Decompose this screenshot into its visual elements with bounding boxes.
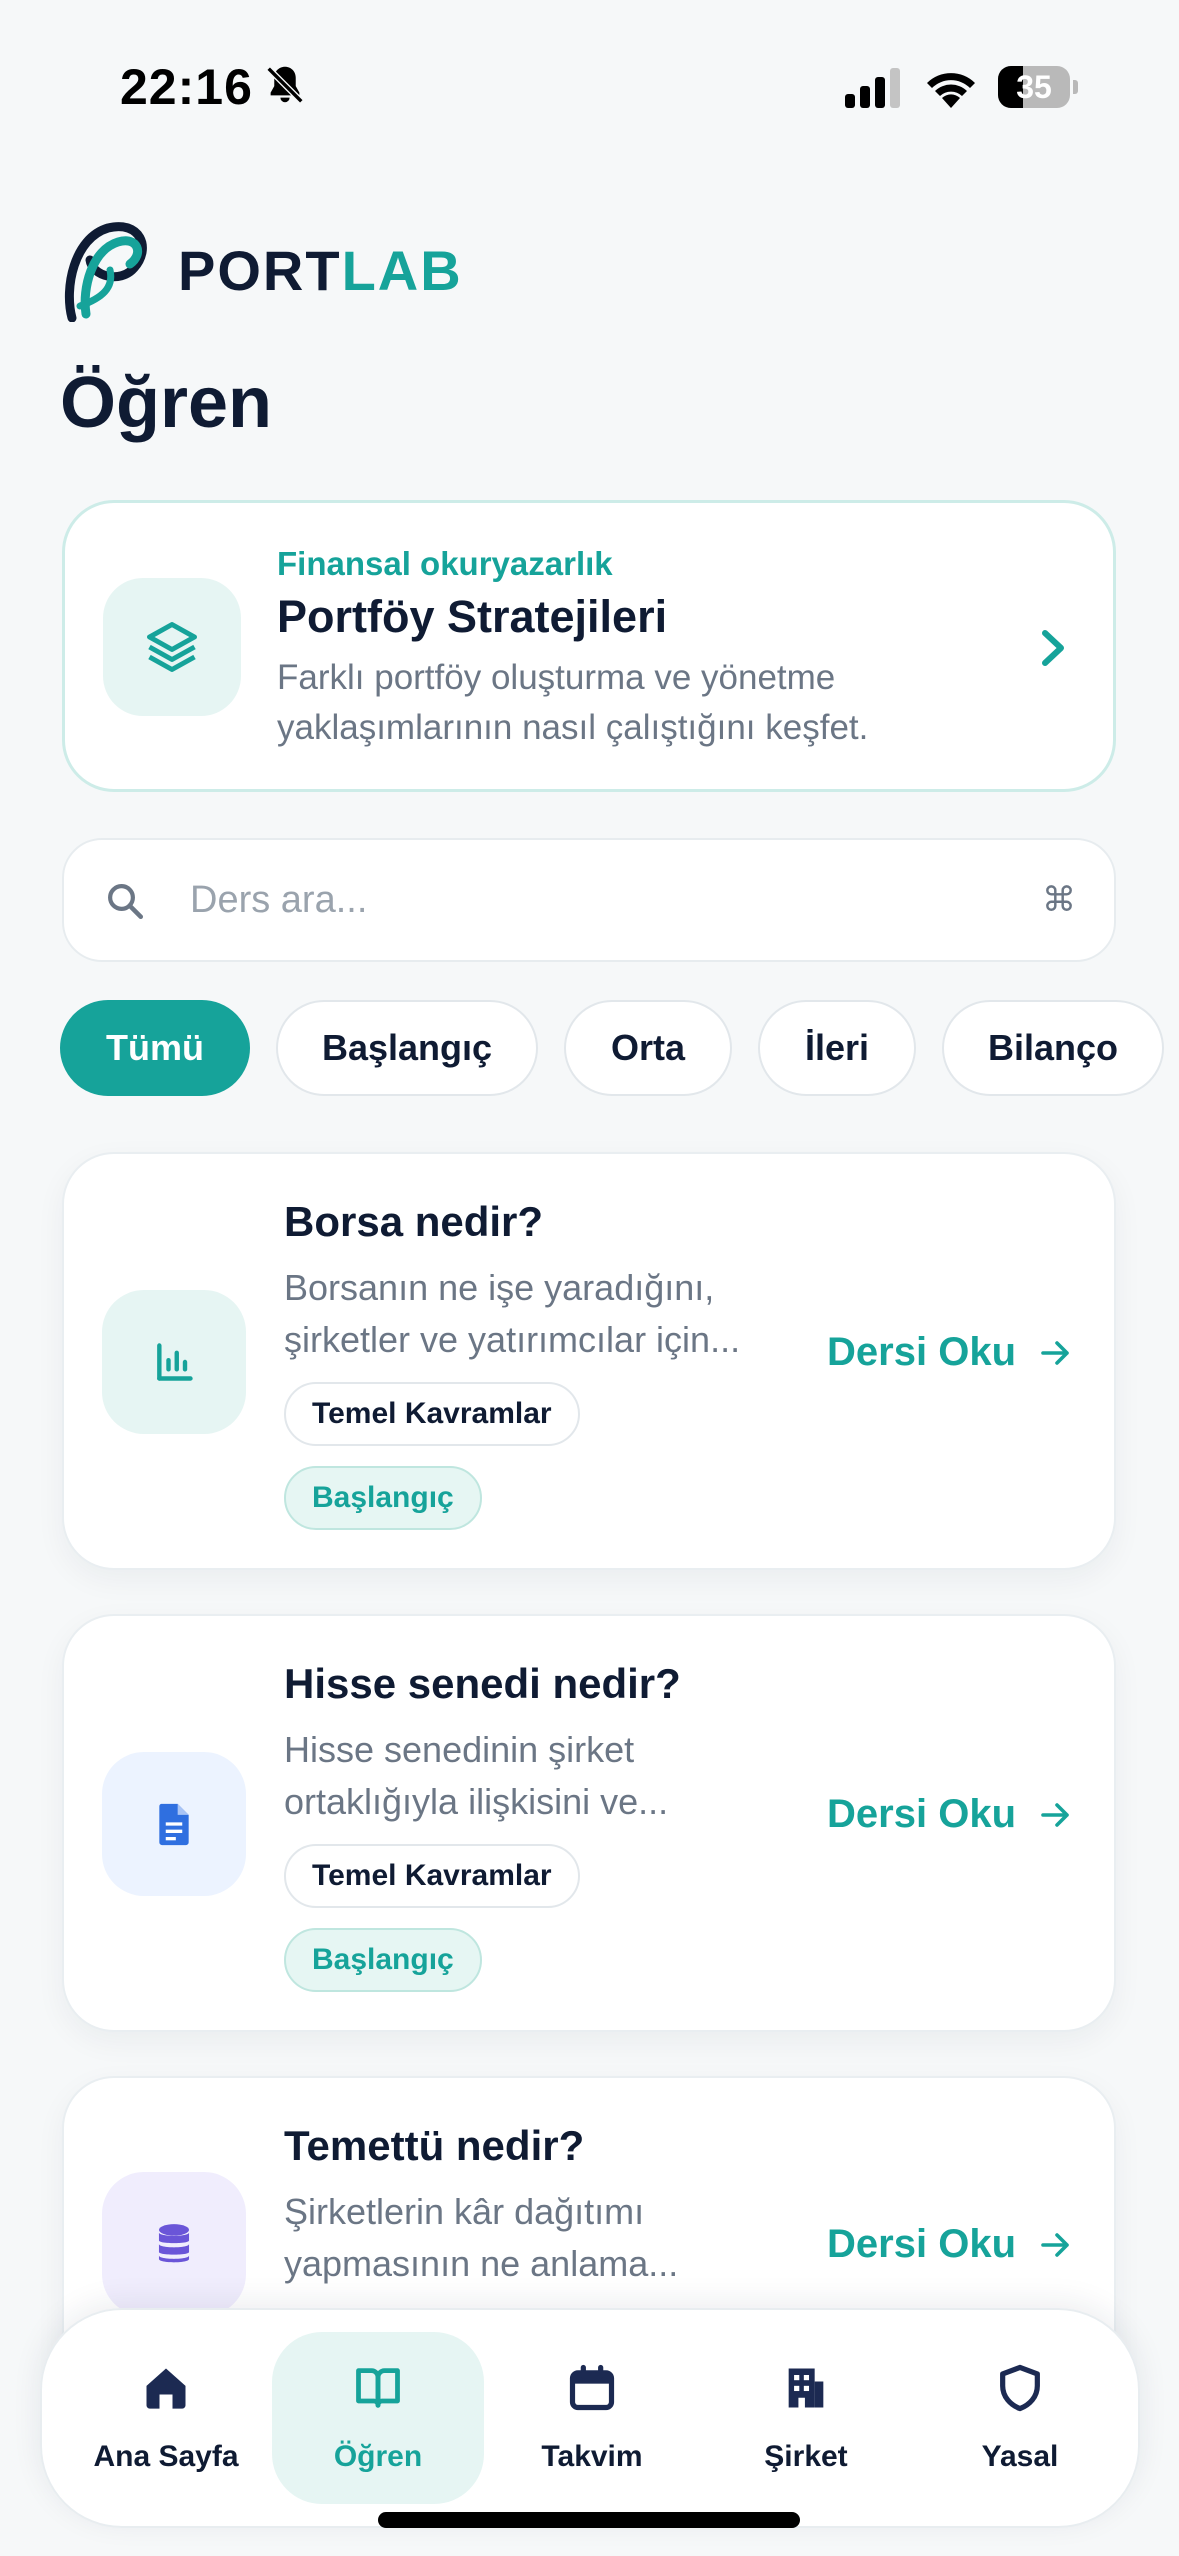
battery-indicator: 35 bbox=[998, 66, 1078, 108]
lesson-icon-box bbox=[102, 1752, 246, 1896]
battery-level: 35 bbox=[1016, 69, 1052, 105]
topic-tag: Temel Kavramlar bbox=[284, 1844, 580, 1908]
page-title: Öğren bbox=[60, 363, 273, 443]
nav-company[interactable]: Şirket bbox=[700, 2332, 912, 2504]
battery-tip bbox=[1073, 80, 1078, 94]
lesson-description: Hisse senedinin şirket ortaklığıyla iliş… bbox=[284, 1724, 784, 1828]
lesson-description-line: Borsanın ne işe yaradığını, bbox=[284, 1267, 715, 1308]
brand-name-accent: LAB bbox=[341, 238, 463, 302]
brand-logo: PORTLAB bbox=[62, 215, 463, 325]
command-key-icon: ⌘ bbox=[1042, 880, 1076, 920]
topic-tag: Temel Kavramlar bbox=[284, 1382, 580, 1446]
nav-label: Takvim bbox=[541, 2440, 643, 2473]
read-lesson-label: Dersi Oku bbox=[827, 2222, 1016, 2266]
nav-label: Şirket bbox=[764, 2440, 848, 2473]
lesson-icon-box bbox=[102, 2172, 246, 2316]
lesson-description: Şirketlerin kâr dağıtımı yapmasının ne a… bbox=[284, 2186, 784, 2290]
featured-icon-box bbox=[103, 578, 241, 716]
status-time: 22:16 bbox=[120, 59, 253, 115]
lesson-description-line: Şirketlerin kâr dağıtımı bbox=[284, 2191, 645, 2232]
read-lesson-button[interactable]: Dersi Oku bbox=[827, 2222, 1072, 2267]
lesson-description-line: Hisse senedinin şirket bbox=[284, 1729, 635, 1770]
cellular-signal-icon bbox=[845, 68, 900, 108]
shield-icon bbox=[1000, 2364, 1040, 2412]
portlab-logo-icon bbox=[64, 222, 147, 322]
level-tag: Başlangıç bbox=[284, 1928, 482, 1992]
bell-off-icon bbox=[266, 66, 304, 104]
arrow-right-icon bbox=[1041, 1802, 1069, 1827]
lesson-card[interactable]: Borsa nedir? Borsanın ne işe yaradığını,… bbox=[62, 1152, 1116, 1570]
wifi-icon bbox=[927, 73, 975, 108]
nav-label: Ana Sayfa bbox=[93, 2440, 239, 2473]
level-tag: Başlangıç bbox=[284, 1466, 482, 1530]
arrow-right-icon bbox=[1041, 1340, 1069, 1365]
filter-chip-advanced[interactable]: İleri bbox=[758, 1000, 916, 1096]
filter-chip-intermediate[interactable]: Orta bbox=[564, 1000, 732, 1096]
building-icon bbox=[788, 2368, 824, 2408]
lesson-description-line: şirketler ve yatırımcılar için... bbox=[284, 1319, 741, 1360]
featured-course-card[interactable]: Finansal okuryazarlık Portföy Stratejile… bbox=[62, 500, 1116, 792]
status-bar: 22:16 35 bbox=[0, 0, 1179, 150]
bar-chart-icon bbox=[157, 1343, 193, 1381]
level-filter-chips: Tümü Başlangıç Orta İleri Bilanço bbox=[60, 1000, 1164, 1096]
filter-chip-balance-sheet[interactable]: Bilanço bbox=[942, 1000, 1164, 1096]
arrow-right-icon bbox=[1041, 2232, 1069, 2257]
read-lesson-button[interactable]: Dersi Oku bbox=[827, 1792, 1072, 1837]
nav-label: Öğren bbox=[333, 2440, 423, 2473]
lesson-description-line: ortaklığıyla ilişkisini ve... bbox=[284, 1781, 669, 1822]
nav-learn[interactable]: Öğren bbox=[272, 2332, 484, 2504]
lesson-description: Borsanın ne işe yaradığını, şirketler ve… bbox=[284, 1262, 784, 1366]
read-lesson-label: Dersi Oku bbox=[827, 1330, 1016, 1374]
home-indicator bbox=[378, 2512, 800, 2528]
database-icon bbox=[158, 2224, 190, 2263]
lesson-title: Temettü nedir? bbox=[284, 2122, 585, 2169]
read-lesson-label: Dersi Oku bbox=[827, 1792, 1016, 1836]
lesson-title: Hisse senedi nedir? bbox=[284, 1660, 681, 1707]
lesson-description-line: yapmasının ne anlama... bbox=[284, 2243, 679, 2284]
chevron-right-icon bbox=[1042, 630, 1064, 666]
read-lesson-button[interactable]: Dersi Oku bbox=[827, 1330, 1072, 1375]
nav-label: Yasal bbox=[981, 2440, 1059, 2473]
search-input[interactable] bbox=[190, 862, 950, 938]
nav-home[interactable]: Ana Sayfa bbox=[60, 2332, 272, 2504]
lesson-card[interactable]: Hisse senedi nedir? Hisse senedinin şirk… bbox=[62, 1614, 1116, 2032]
calendar-icon bbox=[569, 2364, 615, 2411]
home-icon bbox=[146, 2368, 186, 2409]
nav-calendar[interactable]: Takvim bbox=[486, 2332, 698, 2504]
featured-description: Farklı portföy oluşturma ve yönetme yakl… bbox=[277, 658, 869, 747]
featured-eyebrow: Finansal okuryazarlık bbox=[277, 545, 613, 582]
battery-body: 35 bbox=[998, 66, 1070, 108]
search-icon bbox=[108, 884, 144, 920]
featured-title: Portföy Stratejileri bbox=[277, 591, 668, 642]
filter-chip-beginner[interactable]: Başlangıç bbox=[276, 1000, 538, 1096]
nav-legal[interactable]: Yasal bbox=[914, 2332, 1126, 2504]
filter-chip-all[interactable]: Tümü bbox=[60, 1000, 250, 1096]
bottom-tab-bar: Ana Sayfa Öğren Takvim Şirket Yasal bbox=[40, 2308, 1140, 2528]
search-bar: ⌘ bbox=[62, 838, 1116, 962]
lesson-icon-box bbox=[102, 1290, 246, 1434]
document-icon bbox=[159, 1803, 189, 1846]
brand-name-primary: PORT bbox=[178, 238, 342, 302]
layers-icon bbox=[147, 622, 197, 672]
brand-name: PORTLAB bbox=[178, 238, 463, 303]
book-icon bbox=[356, 2368, 400, 2408]
lesson-title: Borsa nedir? bbox=[284, 1198, 544, 1245]
